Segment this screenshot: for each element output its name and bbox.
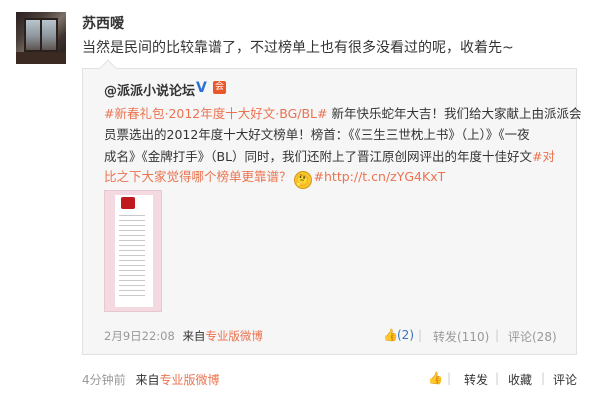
divider: | — [418, 328, 423, 342]
thumbnail-text-line — [119, 255, 145, 256]
quoted-meta: 2月9日22:08 来自专业版微博 — [104, 328, 263, 344]
thumbnail-text-line — [119, 290, 145, 291]
post-timestamp[interactable]: 4分钟前 — [82, 373, 126, 387]
quoted-text-segment: 成名》《金牌打手》（BL）同时，我们还附上了晋江原创网评出的年度十佳好文 — [104, 149, 533, 164]
quoted-timestamp[interactable]: 2月9日22:08 — [104, 329, 175, 343]
thinking-emoji-icon: 🤔 — [293, 171, 312, 189]
post-text: 当然是民间的比较靠谱了，不过榜单上也有很多没看过的呢，收着先~ — [82, 40, 514, 56]
topic-link[interactable]: 比之下大家觉得哪个榜单更靠谱？ — [104, 169, 292, 184]
thumbnail-text-line — [119, 260, 145, 261]
quoted-like-button[interactable]: 👍(2) — [383, 328, 414, 342]
topic-link[interactable]: #对 — [532, 149, 555, 164]
quoted-author[interactable]: @派派小说论坛 — [104, 80, 195, 99]
thumbnail-text-line — [119, 220, 145, 221]
short-url-link[interactable]: #http://t.cn/zYG4KxT — [314, 169, 446, 184]
repost-link[interactable]: 转发 — [464, 371, 488, 388]
quoted-text-segment: 新年快乐蛇年大吉！我们给大家献上由派派会 — [327, 106, 582, 121]
topic-link[interactable]: #新春礼包·2012年度十大好文·BG/BL# — [104, 106, 328, 121]
thumbnail-text-line — [119, 265, 145, 266]
quoted-repost-link[interactable]: 转发(110) — [433, 328, 489, 345]
quoted-text-line-3: 成名》《金牌打手》（BL）同时，我们还附上了晋江原创网评出的年度十佳好文#对 — [104, 146, 555, 165]
thumbnail-text-line — [119, 235, 145, 236]
quoted-like-count: (2) — [397, 328, 414, 342]
divider: | — [541, 371, 546, 385]
quoted-text-line-4: 比之下大家觉得哪个榜单更靠谱？ 🤔 #http://t.cn/zYG4KxT — [104, 166, 445, 189]
post-source-prefix: 来自 — [135, 373, 160, 387]
quoted-comment-link[interactable]: 评论(28) — [508, 328, 557, 345]
favorite-link[interactable]: 收藏 — [508, 371, 532, 388]
thumbnail-text-line — [119, 280, 145, 281]
quoted-text-line-2: 员票选出的2012年度十大好文榜单！榜首：《《三生三世枕上书》（上）》《一夜 — [104, 127, 530, 142]
divider: | — [495, 371, 500, 385]
thumbnail-text-line — [119, 240, 145, 241]
comment-link[interactable]: 评论 — [553, 371, 577, 388]
thumbnail-text-line — [119, 270, 145, 271]
thumbnail-text-line — [119, 245, 145, 246]
thumbnail-text-line — [119, 295, 145, 296]
avatar-window-frame — [40, 18, 42, 52]
divider: | — [495, 328, 500, 342]
verified-icon[interactable]: V — [196, 80, 207, 96]
thumbnail-text-line — [119, 285, 145, 286]
post-username[interactable]: 苏西嗳 — [82, 13, 124, 33]
member-badge-icon[interactable]: 会 — [213, 81, 226, 94]
thumbs-up-icon: 👍 — [428, 371, 443, 385]
thumbnail-logo — [121, 197, 135, 209]
quoted-source-prefix: 来自 — [182, 329, 206, 343]
thumbs-up-icon: 👍 — [383, 328, 398, 342]
quoted-text-line-1: #新春礼包·2012年度十大好文·BG/BL# 新年快乐蛇年大吉！我们给大家献上… — [104, 103, 581, 122]
avatar-sill — [16, 52, 66, 64]
thumbnail-text-line — [119, 215, 145, 216]
attached-image-thumbnail[interactable] — [104, 190, 162, 312]
divider: | — [447, 371, 452, 385]
thumbnail-text-line — [119, 250, 145, 251]
user-avatar[interactable] — [16, 12, 66, 64]
thumbnail-text-line — [119, 275, 145, 276]
thumbnail-text-line — [119, 225, 145, 226]
quoted-source-link[interactable]: 专业版微博 — [205, 329, 263, 343]
like-button[interactable]: 👍 — [428, 371, 443, 385]
post-source-link[interactable]: 专业版微博 — [159, 373, 219, 387]
post-meta: 4分钟前 来自专业版微博 — [82, 371, 220, 388]
thumbnail-text-line — [119, 230, 145, 231]
